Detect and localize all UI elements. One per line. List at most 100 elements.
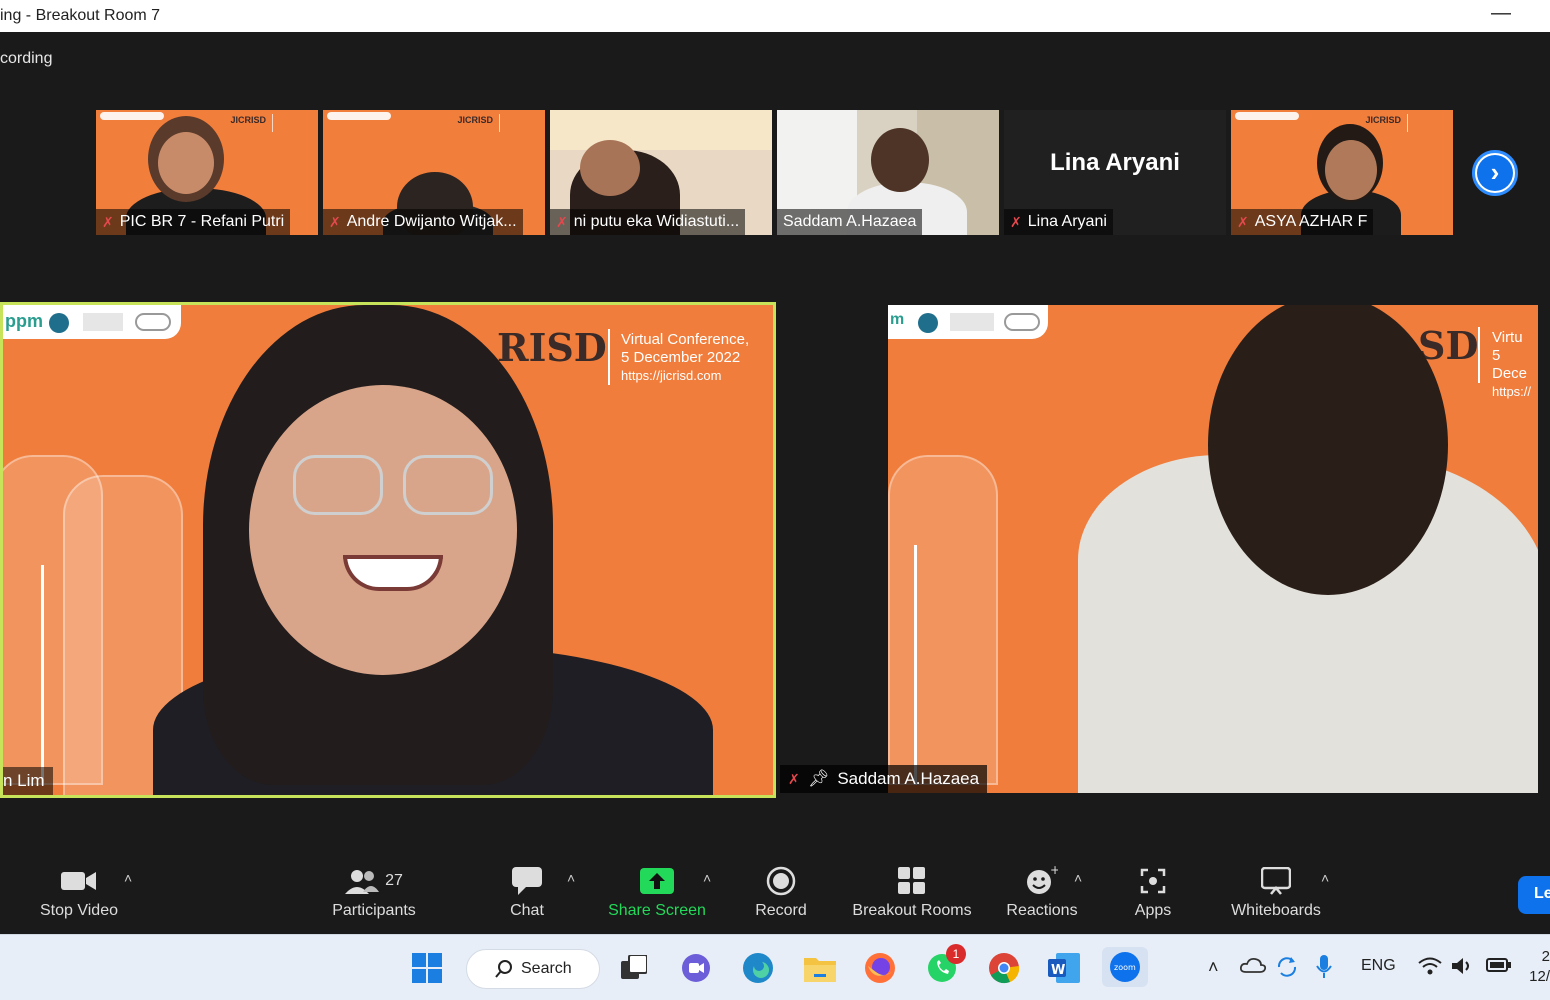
volume-icon[interactable] [1452, 957, 1474, 980]
participant-name: ni putu eka Widiastuti... [573, 213, 740, 230]
share-screen-button[interactable]: Share Screen [606, 866, 708, 920]
whiteboards-options-caret[interactable]: ˄ [1321, 870, 1329, 886]
conference-url: https://jicrisd.com [621, 368, 722, 383]
meeting-toolbar: Stop Video ˄ 27 Participants Chat ˄ Shar… [0, 848, 1550, 934]
background-title: RISD [497, 325, 607, 370]
edge-browser-icon[interactable] [740, 950, 776, 986]
chevron-right-icon: › [1477, 155, 1513, 191]
chat-icon [512, 866, 542, 896]
video-camera-icon [61, 866, 97, 896]
reactions-options-caret[interactable]: ˄ [1074, 870, 1082, 886]
microphone-icon[interactable] [1316, 955, 1332, 984]
logo-text: m [890, 311, 905, 328]
chrome-icon[interactable] [986, 950, 1022, 986]
whatsapp-icon[interactable]: 1 [924, 944, 966, 986]
video-tile[interactable]: Saddam A.Hazaea [777, 110, 999, 235]
active-speaker-video[interactable]: ppm RISD Virtual Conference, 5 December … [0, 302, 776, 798]
show-hidden-icons-chevron[interactable]: ˄ [1208, 957, 1219, 978]
video-tile[interactable]: JICRISD ✗ ASYA AZHAR F [1231, 110, 1453, 235]
file-explorer-icon[interactable] [802, 950, 838, 986]
video-tile[interactable]: ✗ ni putu eka Widiastuti... [550, 110, 772, 235]
taskbar-search[interactable]: Search [466, 949, 600, 989]
minimize-button[interactable]: — [1486, 2, 1516, 28]
background-title: JICRISD [457, 115, 493, 125]
video-options-caret[interactable]: ˄ [124, 870, 132, 886]
teams-chat-icon[interactable] [678, 950, 714, 986]
record-button[interactable]: Record [752, 866, 810, 920]
participants-label: Participants [332, 902, 416, 919]
muted-mic-icon: ✗ [102, 214, 114, 230]
participant-name: PIC BR 7 - Refani Putri [119, 213, 285, 230]
pinned-speaker-video[interactable]: m SD Virtu 5 Dece https:// [888, 305, 1538, 793]
search-label: Search [521, 960, 572, 977]
share-options-caret[interactable]: ˄ [703, 870, 711, 886]
participant-name: Lina Aryani [1027, 213, 1107, 230]
participant-name-tag: ✗ Lina Aryani [1004, 209, 1113, 235]
muted-mic-icon: ✗ [1010, 214, 1022, 230]
background-title: JICRISD [1365, 115, 1401, 125]
window-titlebar: ing - Breakout Room 7 — [0, 0, 1550, 32]
leave-button[interactable]: Le [1518, 876, 1550, 914]
logo-text: ppm [5, 311, 43, 331]
video-tile[interactable]: JICRISD ✗ PIC BR 7 - Refani Putri [96, 110, 318, 235]
participant-name-tag: ✗ ni putu eka Widiastuti... [550, 209, 746, 235]
participant-name: ASYA AZHAR F [1254, 213, 1368, 230]
system-clock[interactable]: 2 12/ [1528, 947, 1550, 987]
onedrive-cloud-icon[interactable] [1239, 957, 1267, 978]
input-language[interactable]: ENG [1361, 957, 1396, 975]
background-title: JICRISD [230, 115, 266, 125]
pinned-name-tag: ✗ 📌︎ Saddam A.Hazaea [780, 765, 988, 793]
task-view-icon[interactable] [616, 950, 652, 986]
conference-date: 5 December 2022 [621, 349, 741, 366]
kampus-merdeka-logo [950, 313, 994, 331]
recording-label: cording [0, 50, 53, 67]
conference-url: https:// [1492, 384, 1532, 399]
share-screen-label: Share Screen [608, 902, 706, 919]
windows-start-icon[interactable] [409, 950, 445, 986]
participant-name: Saddam A.Hazaea [783, 213, 917, 230]
zoom-app-icon[interactable]: zoom [1102, 947, 1148, 987]
video-tile[interactable]: JICRISD ✗ Andre Dwijanto Witjak... [323, 110, 545, 235]
sponsor-logos [327, 112, 391, 120]
speaker-face [249, 385, 517, 675]
share-screen-icon [640, 866, 674, 896]
conference-line: Virtu [1492, 329, 1523, 346]
participant-name-tag: ✗ ASYA AZHAR F [1231, 209, 1374, 235]
muted-mic-icon: ✗ [788, 771, 800, 787]
wifi-icon[interactable] [1418, 957, 1442, 980]
conference-info: Virtu 5 Dece https:// [1492, 329, 1538, 401]
whiteboards-button[interactable]: Whiteboards [1226, 866, 1326, 920]
participants-button[interactable]: 27 Participants [329, 866, 419, 920]
breakout-rooms-label: Breakout Rooms [852, 902, 972, 919]
whiteboard-icon [1261, 866, 1291, 896]
battery-icon[interactable] [1486, 957, 1512, 978]
next-page-button[interactable]: › [1472, 150, 1518, 196]
breakout-rooms-icon [898, 866, 926, 896]
participant-name-tag: ✗ Andre Dwijanto Witjak... [323, 209, 523, 235]
reactions-button[interactable]: + Reactions [1004, 866, 1080, 920]
meeting-area: cording JICRISD ✗ PIC BR 7 - Refani Putr… [0, 32, 1550, 934]
participants-icon: 27 [345, 866, 403, 896]
stop-video-button[interactable]: Stop Video [36, 866, 122, 920]
partner-logo [135, 313, 171, 331]
sponsor-logos: m [888, 305, 1048, 339]
clock-time: 2 [1541, 948, 1550, 965]
apps-button[interactable]: Apps [1133, 866, 1173, 920]
conference-date: 5 Dece [1492, 347, 1528, 382]
chat-options-caret[interactable]: ˄ [567, 870, 575, 886]
word-icon[interactable]: W [1046, 950, 1082, 986]
reactions-label: Reactions [1006, 902, 1078, 919]
video-tile-off[interactable]: Lina Aryani ✗ Lina Aryani [1004, 110, 1226, 235]
apps-icon [1140, 866, 1166, 896]
background-text [1407, 114, 1447, 132]
muted-mic-icon: ✗ [329, 214, 341, 230]
partner-logo [1004, 313, 1040, 331]
chat-button[interactable]: Chat [506, 866, 548, 920]
breakout-rooms-button[interactable]: Breakout Rooms [848, 866, 976, 920]
sync-icon[interactable] [1275, 955, 1299, 984]
sponsor-logos [1235, 112, 1299, 120]
search-icon [495, 960, 512, 978]
clock-date: 12/ [1529, 968, 1550, 985]
svg-text:W: W [1051, 963, 1065, 978]
firefox-icon[interactable] [862, 950, 898, 986]
